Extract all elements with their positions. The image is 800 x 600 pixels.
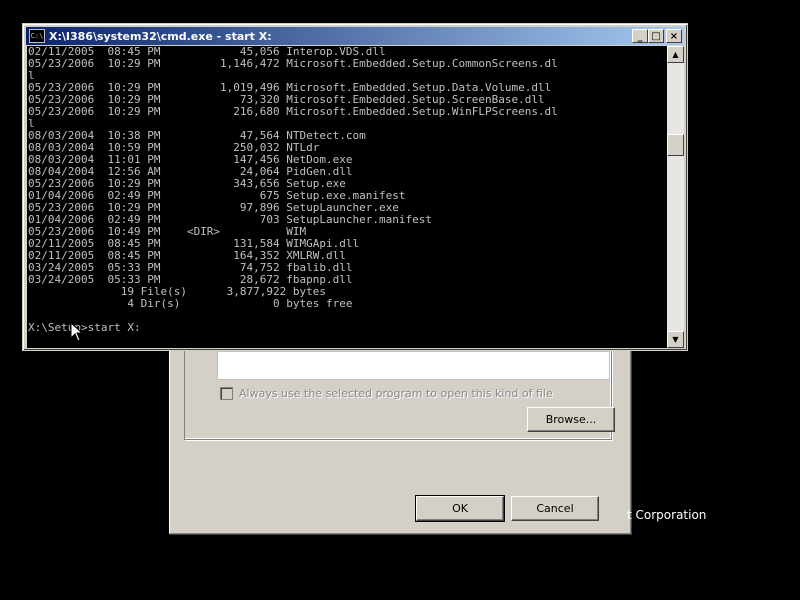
open-with-dialog: Always use the selected program to open … (169, 340, 631, 534)
console-line: 4 Dir(s) 0 bytes free (127, 297, 353, 310)
console-lines: 02/11/2005 08:45 PM 45,056 Interop.VDS.d… (27, 46, 667, 310)
always-use-checkbox[interactable] (220, 387, 233, 400)
console-output[interactable]: 02/11/2005 08:45 PM 45,056 Interop.VDS.d… (27, 46, 667, 348)
program-group-box: Always use the selected program to open … (184, 341, 615, 440)
ok-button[interactable]: OK (415, 495, 505, 522)
cmd-app-icon: C:\ (29, 29, 45, 43)
cmd-window: C:\ X:\I386\system32\cmd.exe - start X: … (22, 23, 688, 351)
cmd-window-title: X:\I386\system32\cmd.exe - start X: (49, 29, 272, 43)
mouse-pointer-icon (70, 322, 84, 342)
console-line: 05/23/2006 10:29 PM 216,680 Microsoft.Em… (28, 105, 558, 118)
close-button[interactable]: × (666, 29, 682, 43)
maximize-button[interactable]: □ (648, 29, 664, 43)
always-use-label: Always use the selected program to open … (239, 387, 553, 400)
corporation-text: t Corporation (627, 508, 707, 522)
always-use-row: Always use the selected program to open … (220, 387, 553, 400)
cmd-title-bar[interactable]: C:\ X:\I386\system32\cmd.exe - start X: … (26, 27, 684, 45)
console-line: 05/23/2006 10:29 PM 1,146,472 Microsoft.… (28, 57, 558, 70)
scroll-up-arrow-icon[interactable]: ▲ (667, 46, 684, 63)
browse-button[interactable]: Browse... (527, 407, 615, 432)
scroll-down-arrow-icon[interactable]: ▼ (667, 331, 684, 348)
vertical-scrollbar[interactable]: ▲ ▼ (667, 46, 684, 348)
command-prompt-line[interactable]: X:\Setup>start X: (27, 322, 667, 334)
cancel-button[interactable]: Cancel (511, 496, 599, 521)
program-list-box[interactable] (217, 351, 610, 380)
minimize-button[interactable]: _ (632, 29, 648, 43)
scrollbar-thumb[interactable] (667, 134, 684, 156)
